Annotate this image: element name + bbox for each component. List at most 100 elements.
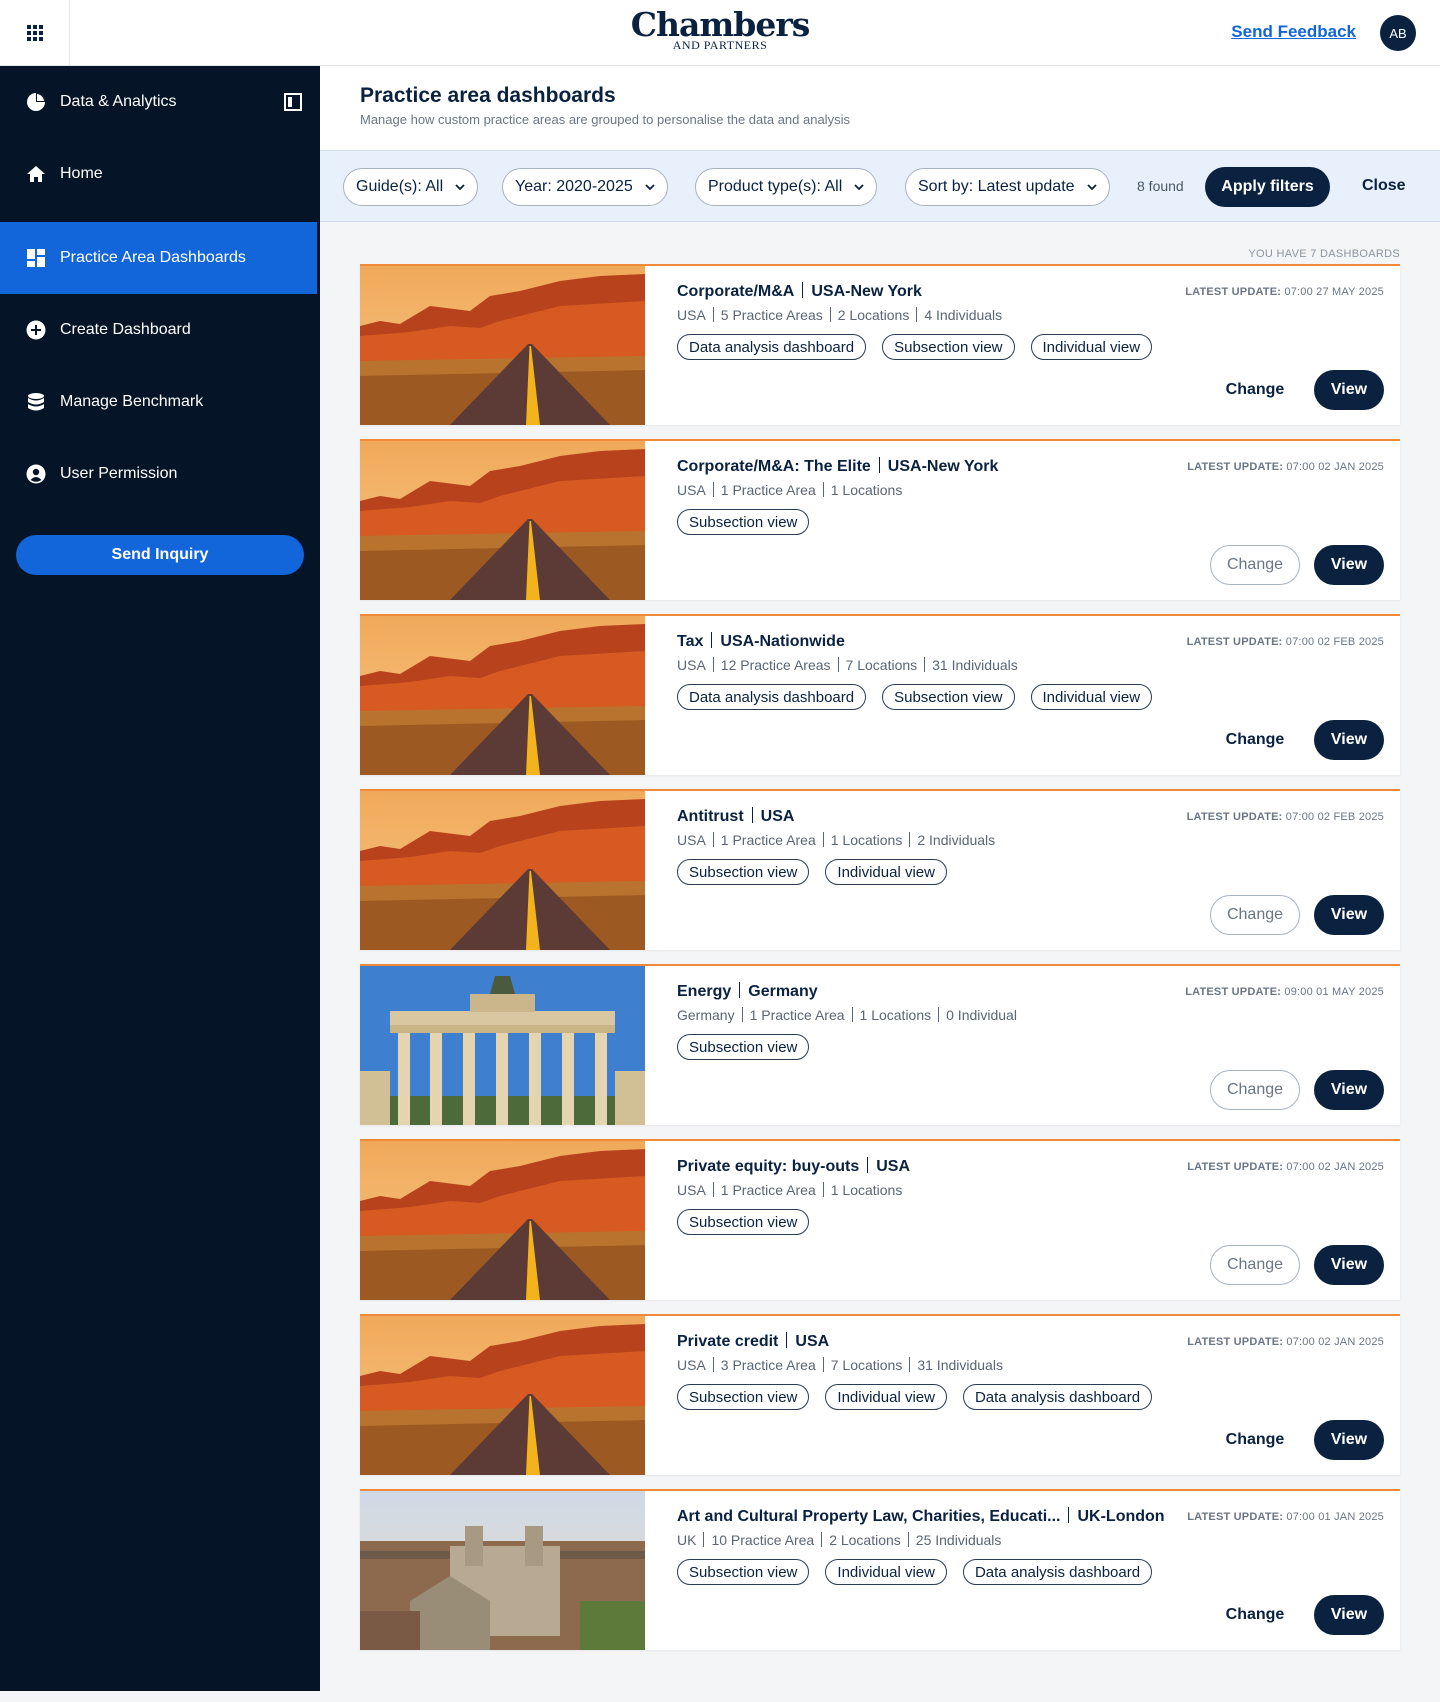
view-tag[interactable]: Data analysis dashboard: [962, 1384, 1153, 1410]
view-tag[interactable]: Subsection view: [677, 1384, 810, 1410]
dashboard-tags: Subsection view: [677, 1209, 825, 1235]
dashboard-card[interactable]: Private equity: buy-outs USA USA 1 Practice…: [360, 1139, 1400, 1300]
dashboard-title[interactable]: Corporate/M&A: The Elite USA-New York: [677, 457, 998, 476]
change-button[interactable]: Change: [1210, 895, 1300, 935]
view-tag[interactable]: Data analysis dashboard: [677, 684, 867, 710]
latest-update-value: 07:00 02 JAN 2025: [1286, 461, 1384, 473]
dashboard-title[interactable]: Antitrust USA: [677, 807, 794, 826]
dashboard-card[interactable]: Tax USA-Nationwide USA 12 Practice Areas 7 L…: [360, 614, 1400, 775]
separator: [739, 982, 741, 998]
dashboard-card[interactable]: Antitrust USA USA 1 Practice Area 1 Location…: [360, 789, 1400, 950]
view-tag[interactable]: Data analysis dashboard: [962, 1559, 1153, 1585]
dashboard-meta: USA 3 Practice Area 7 Locations 31 Individu…: [677, 1357, 1003, 1373]
sidebar-item-home[interactable]: Home: [0, 138, 317, 210]
dashboard-count: YOU HAVE 7 DASHBOARDS: [1248, 248, 1400, 260]
change-button[interactable]: Change: [1210, 1245, 1300, 1285]
dashboard-practice-area: Art and Cultural Property Law, Charities…: [677, 1508, 1061, 1525]
sidebar-item-manage-benchmark[interactable]: Manage Benchmark: [0, 366, 317, 438]
view-button[interactable]: View: [1314, 1070, 1384, 1110]
view-tag[interactable]: Individual view: [1030, 334, 1153, 360]
apply-filters-button[interactable]: Apply filters: [1205, 167, 1330, 207]
sidebar-section-data-analytics[interactable]: Data & Analytics: [0, 66, 317, 138]
logo[interactable]: Chambers AND PARTNERS: [631, 8, 811, 52]
dashboard-title[interactable]: Private equity: buy-outs USA: [677, 1157, 910, 1176]
meta-item: 25 Individuals: [915, 1532, 1002, 1548]
database-icon: [26, 392, 46, 412]
sort-dropdown[interactable]: Sort by: Latest update: [905, 168, 1110, 206]
view-button[interactable]: View: [1314, 370, 1384, 410]
app-launcher-button[interactable]: [0, 0, 70, 66]
view-tag[interactable]: Subsection view: [677, 859, 810, 885]
view-tag[interactable]: Subsection view: [677, 509, 810, 535]
collapse-sidebar-icon[interactable]: [283, 92, 303, 112]
dashboard-title[interactable]: Energy Germany: [677, 982, 818, 1001]
view-tag[interactable]: Individual view: [825, 1384, 947, 1410]
sidebar-item-practice-area-dashboards[interactable]: Practice Area Dashboards: [0, 222, 317, 294]
guides-filter-dropdown[interactable]: Guide(s): All: [343, 168, 479, 206]
sidebar-item-user-permission[interactable]: User Permission: [0, 438, 317, 510]
meta-item: 1 Practice Area: [720, 482, 816, 498]
change-button[interactable]: Change: [1210, 1595, 1300, 1635]
view-tag[interactable]: Individual view: [825, 859, 947, 885]
change-button[interactable]: Change: [1210, 545, 1300, 585]
meta-item: 1 Practice Area: [720, 1182, 816, 1198]
latest-update-value: 07:00 27 MAY 2025: [1284, 286, 1384, 298]
view-tag[interactable]: Subsection view: [677, 1559, 810, 1585]
separator: [822, 832, 824, 847]
view-button[interactable]: View: [1314, 895, 1384, 935]
separator: [916, 307, 918, 322]
dashboard-practice-area: Tax: [677, 633, 704, 650]
meta-item: 7 Locations: [830, 1357, 903, 1373]
sidebar-item-create-dashboard[interactable]: Create Dashboard: [0, 294, 317, 366]
change-button[interactable]: Change: [1210, 370, 1300, 410]
dashboard-card[interactable]: Private credit USA USA 3 Practice Area 7 Loc…: [360, 1314, 1400, 1475]
dashboard-card[interactable]: Art and Cultural Property Law, Charities…: [360, 1489, 1400, 1650]
change-button[interactable]: Change: [1210, 1070, 1300, 1110]
separator: [878, 457, 880, 473]
view-button[interactable]: View: [1314, 720, 1384, 760]
view-button[interactable]: View: [1314, 1420, 1384, 1460]
canyon-road-image: [360, 266, 645, 425]
view-tag[interactable]: Subsection view: [677, 1209, 810, 1235]
dashboard-thumbnail: [360, 791, 645, 950]
view-button[interactable]: View: [1314, 545, 1384, 585]
dashboard-thumbnail: [360, 266, 645, 425]
canyon-road-image: [360, 441, 645, 600]
view-button[interactable]: View: [1314, 1595, 1384, 1635]
close-filters-button[interactable]: Close: [1362, 177, 1406, 195]
latest-update-value: 07:00 02 JAN 2025: [1286, 1161, 1384, 1173]
view-tag[interactable]: Subsection view: [882, 684, 1015, 710]
latest-update: LATEST UPDATE: 07:00 27 MAY 2025: [1185, 286, 1384, 298]
send-feedback-link[interactable]: Send Feedback: [1231, 22, 1356, 42]
dashboard-location: Germany: [748, 983, 818, 1000]
page-subtitle: Manage how custom practice areas are gro…: [360, 112, 850, 127]
dashboard-title[interactable]: Art and Cultural Property Law, Charities…: [677, 1507, 1165, 1526]
latest-update: LATEST UPDATE: 07:00 02 JAN 2025: [1187, 461, 1384, 473]
dashboard-card[interactable]: Corporate/M&A: The Elite USA-New York USA 1…: [360, 439, 1400, 600]
dashboard-card[interactable]: Energy Germany Germany 1 Practice Area 1 Loc…: [360, 964, 1400, 1125]
brandenburg-gate-image: [360, 966, 645, 1125]
product-type-filter-dropdown[interactable]: Product type(s): All: [695, 168, 878, 206]
send-inquiry-button[interactable]: Send Inquiry: [16, 535, 304, 575]
dashboard-title[interactable]: Corporate/M&A USA-New York: [677, 282, 922, 301]
dashboard-card[interactable]: Corporate/M&A USA-New York USA 5 Practice A…: [360, 264, 1400, 425]
dashboard-title[interactable]: Tax USA-Nationwide: [677, 632, 845, 651]
view-tag[interactable]: Individual view: [825, 1559, 947, 1585]
view-tag[interactable]: Subsection view: [882, 334, 1015, 360]
view-tag[interactable]: Data analysis dashboard: [677, 334, 867, 360]
separator: [821, 1532, 823, 1547]
dashboard-practice-area: Antitrust: [677, 808, 744, 825]
view-button[interactable]: View: [1314, 1245, 1384, 1285]
dashboard-title[interactable]: Private credit USA: [677, 1332, 829, 1351]
year-filter-dropdown[interactable]: Year: 2020-2025: [502, 168, 668, 206]
view-tag[interactable]: Individual view: [1030, 684, 1153, 710]
avatar[interactable]: AB: [1380, 15, 1416, 51]
dashboard-thumbnail: [360, 966, 645, 1125]
top-bar: Chambers AND PARTNERS Send Feedback AB: [0, 0, 1440, 66]
separator: [711, 632, 713, 648]
meta-item: USA: [677, 1182, 706, 1198]
view-tag[interactable]: Subsection view: [677, 1034, 810, 1060]
latest-update-label: LATEST UPDATE:: [1185, 286, 1282, 298]
change-button[interactable]: Change: [1210, 1420, 1300, 1460]
change-button[interactable]: Change: [1210, 720, 1300, 760]
